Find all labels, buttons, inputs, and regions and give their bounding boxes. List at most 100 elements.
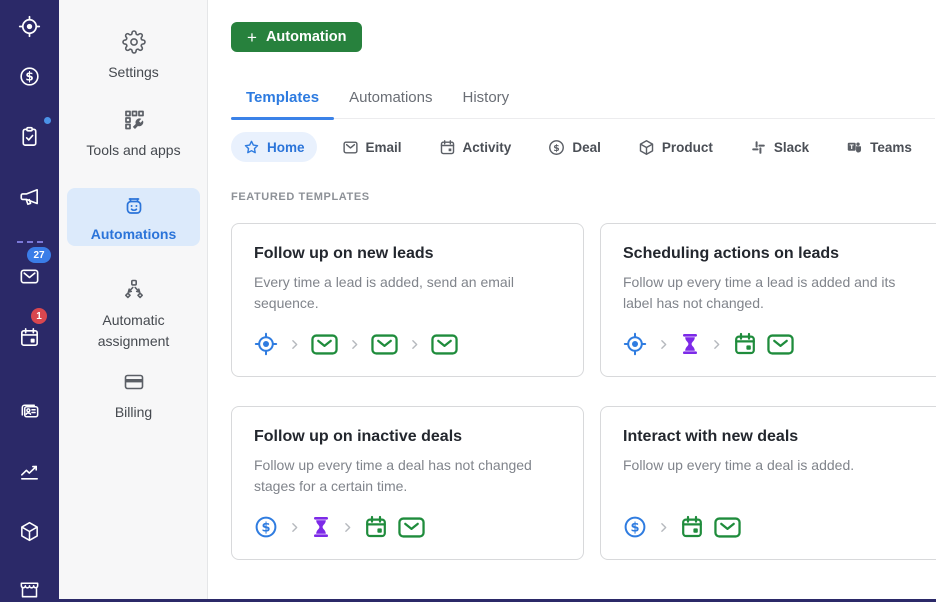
gear-icon — [121, 30, 146, 54]
template-cards: Follow up on new leads Every time a lead… — [231, 223, 936, 560]
sidebar-item-label: Settings — [108, 64, 159, 80]
campaigns-icon[interactable] — [18, 185, 41, 208]
filter-email[interactable]: Email — [330, 132, 414, 162]
card-flow: $ — [623, 501, 936, 539]
products-icon[interactable] — [18, 520, 41, 543]
chevron-right-icon — [348, 338, 361, 351]
svg-text:$: $ — [261, 521, 270, 536]
activities-icon[interactable] — [18, 326, 41, 349]
mail-icon[interactable] — [18, 265, 41, 288]
activities-badge: 1 — [31, 308, 47, 324]
sidebar-item-label: Tools and apps — [86, 142, 181, 158]
credit-card-icon — [122, 370, 146, 394]
card-description: Follow up every time a deal is added. — [623, 457, 855, 473]
card-flow: $ — [254, 501, 561, 539]
tab-templates[interactable]: Templates — [231, 89, 335, 120]
settings-sidebar: Settings Tools and apps Automations Auto… — [59, 0, 208, 602]
card-description: Follow up every time a deal has not chan… — [254, 457, 532, 494]
filter-label: Deal — [572, 139, 601, 155]
primary-nav-rail: $ 27 1 — [0, 0, 59, 602]
leads-icon[interactable] — [18, 15, 41, 38]
delay-hourglass-icon — [680, 333, 700, 355]
template-card-follow-up-new-leads[interactable]: Follow up on new leads Every time a lead… — [231, 223, 584, 377]
assignment-branch-icon — [122, 278, 146, 302]
app-window: $ 27 1 Settings Tools and apps Automatio… — [0, 0, 936, 602]
deal-icon: $ — [254, 515, 278, 539]
filter-teams[interactable]: T Teams — [834, 132, 924, 162]
lead-added-icon — [623, 332, 647, 356]
insights-icon[interactable] — [18, 460, 41, 483]
chevron-right-icon — [288, 338, 301, 351]
filter-home[interactable]: Home — [231, 132, 317, 162]
filter-slack[interactable]: Slack — [738, 132, 821, 162]
email-step-icon — [311, 333, 338, 355]
filter-label: Product — [661, 139, 713, 155]
calendar-icon — [439, 139, 456, 156]
filter-product[interactable]: Product — [626, 132, 725, 162]
dollar-circle-icon: $ — [548, 139, 565, 156]
filter-label: Teams — [870, 139, 912, 155]
sidebar-item-automations[interactable]: Automations — [67, 188, 200, 246]
filter-label: Home — [267, 139, 305, 155]
svg-text:$: $ — [554, 142, 560, 153]
sidebar-item-automatic-assignment[interactable]: Automatic assignment — [59, 278, 208, 352]
filter-label: Email — [365, 139, 402, 155]
filter-label: Slack — [773, 139, 810, 155]
slack-logo-icon — [750, 139, 767, 156]
deal-icon: $ — [623, 515, 647, 539]
cube-icon — [638, 139, 655, 156]
grid-wrench-icon — [122, 108, 146, 132]
deals-icon[interactable]: $ — [18, 65, 41, 88]
robot-icon — [122, 195, 146, 219]
card-title: Interact with new deals — [623, 428, 799, 445]
sidebar-item-label: Automations — [90, 226, 177, 242]
template-card-interact-with-new-deals[interactable]: Interact with new deals Follow up every … — [600, 406, 936, 560]
main-content: + Automation Templates Automations Histo… — [208, 0, 936, 602]
chevron-right-icon — [710, 338, 723, 351]
activity-step-icon — [733, 332, 757, 356]
lead-added-icon — [254, 332, 278, 356]
sidebar-item-label: Automatic assignment — [97, 312, 170, 349]
teams-logo-icon: T — [846, 139, 863, 156]
mail-badge: 27 — [27, 247, 51, 263]
filter-activity[interactable]: Activity — [427, 132, 524, 162]
sidebar-item-tools-and-apps[interactable]: Tools and apps — [59, 108, 208, 161]
add-automation-button[interactable]: + Automation — [231, 22, 363, 52]
tab-history[interactable]: History — [447, 89, 524, 118]
filter-deal[interactable]: $ Deal — [536, 132, 613, 162]
chevron-right-icon — [408, 338, 421, 351]
add-automation-label: Automation — [265, 29, 347, 45]
svg-text:$: $ — [25, 70, 33, 84]
marketplace-icon[interactable] — [18, 578, 41, 601]
card-title: Follow up on new leads — [254, 245, 434, 262]
card-flow — [623, 318, 936, 356]
email-step-icon — [371, 333, 398, 355]
template-card-scheduling-actions-on-leads[interactable]: Scheduling actions on leads Follow up ev… — [600, 223, 936, 377]
email-step-icon — [767, 333, 794, 355]
nav-divider — [17, 241, 43, 243]
email-step-icon — [398, 516, 425, 538]
activity-step-icon — [680, 515, 704, 539]
contacts-icon[interactable] — [18, 400, 41, 423]
template-filter-bar: Home Email Activity $ Deal Product Slack… — [231, 132, 936, 162]
envelope-icon — [342, 139, 359, 156]
sidebar-item-billing[interactable]: Billing — [59, 370, 208, 423]
sidebar-item-settings[interactable]: Settings — [59, 30, 208, 83]
card-title: Follow up on inactive deals — [254, 428, 463, 445]
tab-automations[interactable]: Automations — [334, 89, 447, 118]
card-description: Every time a lead is added, send an emai… — [254, 274, 514, 311]
chevron-right-icon — [657, 521, 670, 534]
chevron-right-icon — [657, 338, 670, 351]
card-title: Scheduling actions on leads — [623, 245, 840, 262]
projects-icon[interactable] — [18, 125, 41, 148]
projects-notification-dot — [44, 117, 51, 124]
filter-label: Activity — [462, 139, 512, 155]
featured-templates-heading: FEATURED TEMPLATES — [231, 191, 370, 203]
svg-text:$: $ — [630, 521, 639, 536]
activity-step-icon — [364, 515, 388, 539]
email-step-icon — [431, 333, 458, 355]
chevron-right-icon — [288, 521, 301, 534]
chevron-right-icon — [341, 521, 354, 534]
template-card-follow-up-inactive-deals[interactable]: Follow up on inactive deals Follow up ev… — [231, 406, 584, 560]
sidebar-item-label: Billing — [114, 404, 153, 420]
